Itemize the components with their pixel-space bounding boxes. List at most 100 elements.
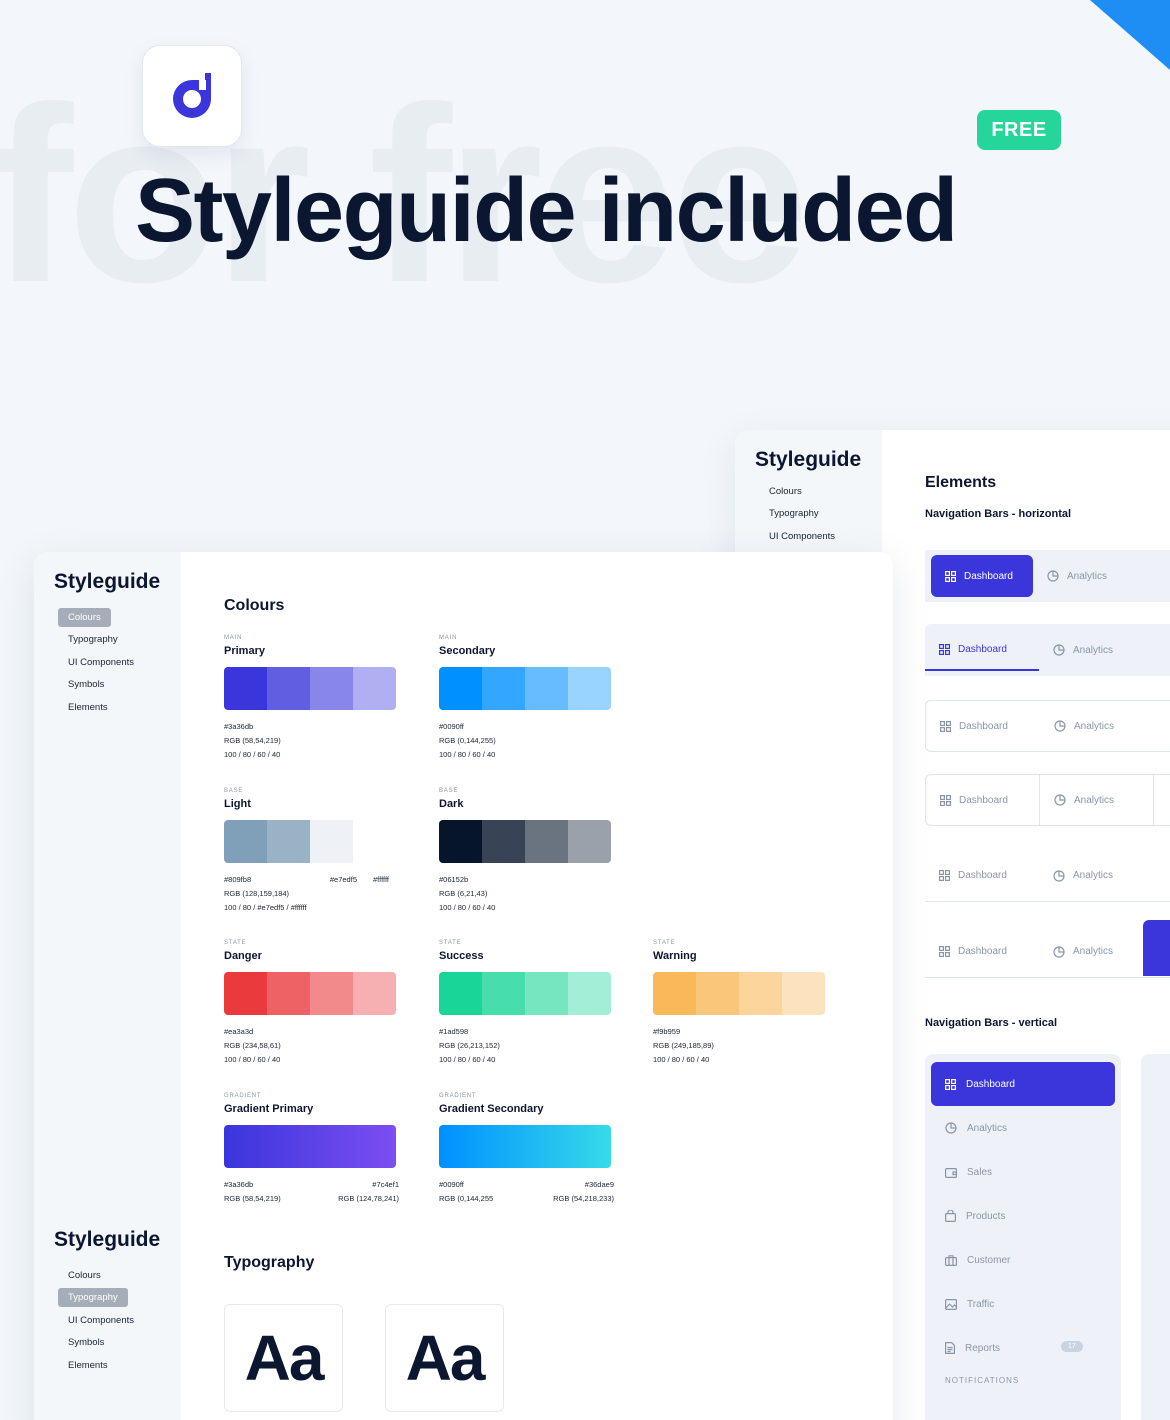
color-name: Light [224,798,251,810]
nav-dashboard[interactable]: Dashboard [925,855,1039,897]
color-hex: #809fb8 [224,875,252,884]
sidebar-item-symbols[interactable]: Symbols [58,1332,160,1355]
shopping-bag-icon [945,1210,956,1222]
grid-icon [945,1078,956,1090]
navbar-filled: Dashboard Analytics [925,550,1170,602]
nav-label: Analytics [1074,794,1115,806]
color-info: #1ad598 RGB (26,213,152) 100 / 80 / 60 /… [439,1025,614,1067]
gradient-rgb-row: RGB (0,144,255 RGB (54,218,233) [439,1192,614,1206]
sidebar-item-typography[interactable]: Typography [58,629,160,652]
nav-label: Dashboard [958,870,1007,881]
pie-chart-icon [945,1122,957,1134]
color-rgb: RGB (26,213,152) [439,1041,500,1050]
document-icon [945,1342,955,1354]
vnav-label: Reports [965,1342,1001,1354]
sidebar-title: Styleguide [54,570,161,593]
sidebar-nav: Colours Typography UI Components Symbols… [58,1264,160,1377]
nav-analytics[interactable]: Analytics [1039,931,1153,973]
vnav-dashboard[interactable]: Dashboard [931,1062,1115,1106]
pie-chart-icon [1053,945,1065,958]
color-hex-extra: #e7edf5 #ffffff [330,873,399,887]
gradient-hex-row: #3a36db #7c4ef1 [224,1178,399,1192]
canvas: for free FREE Styleguide included Styleg… [0,0,1170,1420]
swatch-40 [353,972,396,1015]
image-icon [945,1298,957,1310]
nav-analytics[interactable]: Analytics [1040,705,1154,747]
free-badge: FREE [977,110,1061,150]
sidebar-item-typography[interactable]: Typography [58,1287,160,1310]
gradient-rgb-from: RGB (58,54,219) [224,1194,281,1203]
vnav-label: Products [966,1210,1006,1222]
sidebar-item-ui-components[interactable]: UI Components [759,525,835,548]
sidebar-item-colours[interactable]: Colours [58,1264,160,1287]
grid-icon [939,643,950,655]
sidebar-item-colours[interactable]: Colours [759,480,835,503]
grid-icon [940,794,951,806]
nav-label: Analytics [1067,570,1108,582]
color-info: #809fb8 #e7edf5 #ffffff RGB (128,159,184… [224,873,399,915]
sidebar-item-ui-components[interactable]: UI Components [58,1309,160,1332]
color-swatches [439,667,611,710]
color-info: #3a36db RGB (58,54,219) 100 / 80 / 60 / … [224,720,399,762]
color-rgb: RGB (6,21,43) [439,889,488,898]
vertical-navbar: Dashboard Analytics Sales Products Custo… [925,1054,1121,1420]
sidebar-item-colours[interactable]: Colours [58,606,160,629]
vertical-navbar-compact [1141,1054,1170,1420]
color-name: Gradient Secondary [439,1103,544,1115]
color-opacity: 100 / 80 / #e7edf5 / #ffffff [224,903,307,912]
sidebar-nav: Colours Typography UI Components [759,480,835,548]
color-swatches [653,972,825,1015]
vnav-sales[interactable]: Sales [925,1150,1121,1194]
nav-analytics[interactable]: Analytics [1040,774,1154,826]
color-group-warning: STATE Warning #f9b959 RGB (249,185,89) 1… [653,940,828,1067]
color-tag: STATE [224,940,247,946]
vnav-analytics[interactable]: Analytics [925,1106,1121,1150]
gradient-hex-to: #7c4ef1 [372,1180,399,1189]
vnav-traffic[interactable]: Traffic [925,1282,1121,1326]
navbar-underline: Dashboard Analytics [925,624,1170,676]
color-swatches [439,820,611,863]
color-tag: STATE [439,940,462,946]
gradient-rgb-row: RGB (58,54,219) RGB (124,78,241) [224,1192,399,1206]
color-swatches [224,820,396,863]
swatch-80 [267,972,310,1015]
nav-dashboard[interactable]: Dashboard [926,774,1040,826]
swatch-40 [568,820,611,863]
sidebar-item-symbols[interactable]: Symbols [58,674,160,697]
vnav-reports[interactable]: Reports 17 [925,1326,1121,1370]
nav-analytics[interactable]: Analytics [1039,629,1153,671]
nav-dashboard[interactable]: Dashboard [925,629,1039,671]
swatch-100 [224,972,267,1015]
swatch-80 [482,820,525,863]
nav-dashboard[interactable]: Dashboard [926,705,1040,747]
sidebar-item-elements[interactable]: Elements [58,696,160,719]
color-hex: #3a36db [224,722,254,731]
sidebar-item-ui-components[interactable]: UI Components [58,651,160,674]
sidebar-item-typography[interactable]: Typography [759,503,835,526]
nav-label: Analytics [1073,870,1114,881]
vnav-label: Analytics [967,1122,1008,1134]
sidebar-nav: Colours Typography UI Components Symbols… [58,606,160,719]
sidebar-item-label: Colours [58,607,111,627]
colours-title: Colours [224,597,285,614]
swatch-100 [224,820,267,863]
sidebar-title: Styleguide [755,448,862,471]
nav-active-tab[interactable] [1143,920,1170,976]
swatch-40 [353,667,396,710]
color-rgb: RGB (249,185,89) [653,1041,714,1050]
pie-chart-icon [1053,869,1065,882]
sidebar-item-elements[interactable]: Elements [58,1354,160,1377]
vnav-products[interactable]: Products [925,1194,1121,1238]
vnav-customer[interactable]: Customer [925,1238,1121,1282]
color-swatches [224,972,396,1015]
pie-chart-icon [1054,720,1066,732]
color-tag: STATE [653,940,676,946]
nav-analytics[interactable]: Analytics [1039,855,1153,897]
nav-analytics[interactable]: Analytics [1033,555,1147,597]
swatch-60 [739,972,782,1015]
color-hex: #f9b959 [653,1027,681,1036]
nav-dashboard[interactable]: Dashboard [931,555,1033,597]
swatch-60 [310,667,353,710]
swatch-40 [568,667,611,710]
nav-dashboard[interactable]: Dashboard [925,931,1039,973]
